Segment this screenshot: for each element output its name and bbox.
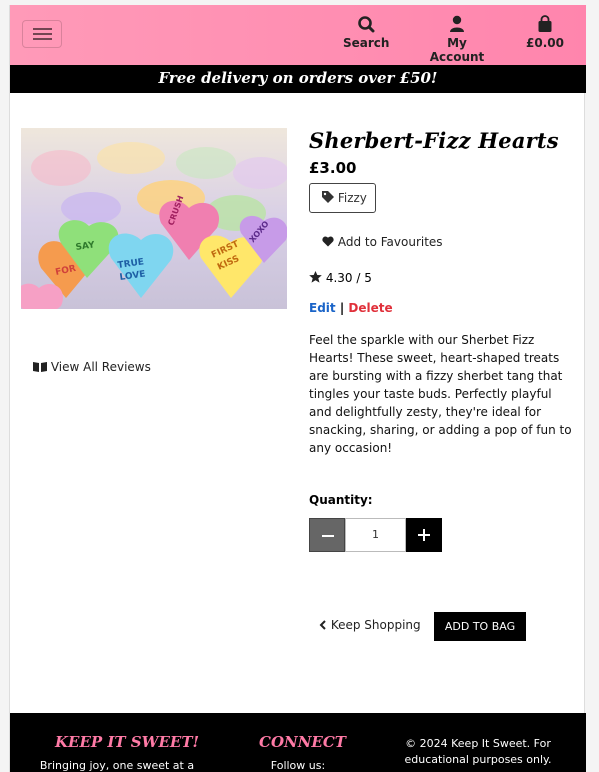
bag-total: £0.00 <box>526 36 564 50</box>
my-account-link[interactable]: My Account <box>418 15 496 64</box>
delivery-banner: Free delivery on orders over £50! <box>10 65 586 93</box>
increment-quantity-button[interactable] <box>406 518 442 552</box>
category-tag-button[interactable]: Fizzy <box>309 183 376 213</box>
product-description: Feel the sparkle with our Sherbet Fizz H… <box>309 333 572 455</box>
footer-brand-text: Bringing joy, one sweet at a <box>39 759 195 772</box>
top-navbar: Search My Account £0.00 <box>10 5 586 65</box>
footer-copyright: © 2024 Keep It Sweet. For educational pu… <box>404 737 552 766</box>
product-price: £3.00 <box>309 159 357 177</box>
my-account-label: My Account <box>429 36 485 64</box>
user-icon <box>447 15 467 33</box>
view-all-reviews-label: View All Reviews <box>50 360 151 374</box>
rating-value: 4.30 / 5 <box>325 271 372 285</box>
decrement-quantity-button[interactable] <box>309 518 345 552</box>
footer-brand-title: KEEP IT SWEET! <box>55 733 200 751</box>
hamburger-icon-bar <box>33 38 52 40</box>
tag-icon <box>322 191 334 203</box>
star-icon <box>309 271 322 283</box>
keep-shopping-link[interactable]: Keep Shopping <box>319 618 421 632</box>
shopping-bag-link[interactable]: £0.00 <box>524 15 566 50</box>
product-title: Sherbert-Fizz Hearts <box>309 128 559 153</box>
menu-toggle-button[interactable] <box>22 20 62 48</box>
plus-icon-vertical <box>423 529 425 541</box>
site-footer: KEEP IT SWEET! Bringing joy, one sweet a… <box>10 713 586 772</box>
search-label: Search <box>343 36 390 50</box>
footer-connect-title: CONNECT <box>259 733 346 751</box>
category-tag-label: Fizzy <box>337 191 367 205</box>
book-open-icon <box>33 362 47 372</box>
hamburger-icon-bar <box>33 33 52 35</box>
add-to-favourites-label: Add to Favourites <box>337 235 443 249</box>
footer-connect-text: Follow us: <box>270 759 326 772</box>
quantity-input[interactable]: 1 <box>345 518 406 552</box>
shopping-bag-icon <box>535 15 555 33</box>
delete-link[interactable]: Delete <box>348 301 392 315</box>
product-rating: 4.30 / 5 <box>309 271 372 285</box>
admin-actions: Edit | Delete <box>309 301 393 315</box>
hamburger-icon <box>33 28 52 30</box>
edit-link[interactable]: Edit <box>309 301 336 315</box>
chevron-left-icon <box>319 620 326 630</box>
minus-icon <box>322 535 334 537</box>
search-icon <box>356 15 376 33</box>
admin-separator: | <box>339 301 345 315</box>
quantity-label: Quantity: <box>309 493 373 507</box>
product-image: FOR SAY TRUE LOVE CRUSH FIRST KISS XOXO <box>21 128 287 309</box>
search-link[interactable]: Search <box>343 15 389 50</box>
page-frame: Search My Account £0.00 Free delivery on… <box>9 5 586 772</box>
add-to-bag-button[interactable]: ADD TO BAG <box>434 612 526 641</box>
add-to-favourites-button[interactable]: Add to Favourites <box>322 235 443 249</box>
view-all-reviews-link[interactable]: View All Reviews <box>33 360 151 374</box>
keep-shopping-label: Keep Shopping <box>330 618 421 632</box>
heart-icon <box>322 236 334 247</box>
